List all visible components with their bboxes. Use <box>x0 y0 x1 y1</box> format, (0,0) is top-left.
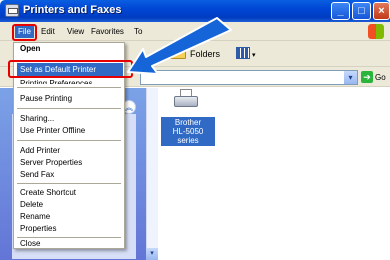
menu-edit[interactable]: Edit <box>38 25 58 38</box>
printer-label[interactable]: Brother HL-5050 series <box>161 117 215 146</box>
menu-item-open[interactable]: Open <box>20 44 40 54</box>
menu-tools[interactable]: To <box>131 25 145 38</box>
menu-item-send-fax[interactable]: Send Fax <box>20 170 54 180</box>
menu-separator <box>17 183 121 184</box>
menu-item-close[interactable]: Close <box>20 239 40 249</box>
menu-item-properties[interactable]: Properties <box>20 224 56 234</box>
menu-item-server-properties[interactable]: Server Properties <box>20 158 82 168</box>
menu-bar: File Edit View Favorites To <box>0 22 390 41</box>
menu-item-add-printer[interactable]: Add Printer <box>20 146 60 156</box>
printer-fax-icon <box>5 4 19 17</box>
folder-icon <box>170 47 186 59</box>
chevron-down-icon: ▾ <box>252 52 256 59</box>
scrollbar[interactable] <box>146 88 158 260</box>
menu-item-use-printer-offline[interactable]: Use Printer Offline <box>20 126 85 136</box>
go-button[interactable]: ➔ Go <box>361 70 386 85</box>
menu-item-printing-preferences[interactable]: Printing Preferences... <box>20 79 99 84</box>
menu-separator <box>17 140 121 141</box>
go-arrow-icon: ➔ <box>361 71 373 83</box>
folders-label: Folders <box>190 49 221 59</box>
views-button[interactable]: ▾ <box>236 45 260 63</box>
title-bar: Printers and Faxes _ □ × <box>0 0 390 22</box>
views-icon <box>236 47 250 59</box>
folders-button[interactable]: Folders <box>170 45 220 63</box>
menu-view[interactable]: View <box>64 25 87 38</box>
minimize-button[interactable]: _ <box>331 2 350 20</box>
menu-item-pause-printing[interactable]: Pause Printing <box>20 94 72 104</box>
menu-separator <box>17 108 121 109</box>
printer-label-line1: Brother <box>174 118 202 127</box>
windows-flag-icon <box>368 24 384 39</box>
set-default-callout <box>8 60 133 78</box>
scroll-down-icon[interactable]: ▾ <box>146 248 158 260</box>
menu-item-sharing[interactable]: Sharing... <box>20 114 54 124</box>
address-field[interactable]: ▾ <box>140 70 358 85</box>
maximize-button[interactable]: □ <box>352 2 371 20</box>
printer-icon[interactable] <box>174 89 198 111</box>
file-menu-callout <box>12 24 37 41</box>
menu-separator <box>17 237 121 238</box>
menu-separator <box>17 87 121 88</box>
menu-item-rename[interactable]: Rename <box>20 212 50 222</box>
menu-item-delete[interactable]: Delete <box>20 200 43 210</box>
menu-item-create-shortcut[interactable]: Create Shortcut <box>20 188 76 198</box>
printer-label-line2: HL-5050 series <box>172 127 204 145</box>
close-button[interactable]: × <box>373 2 390 20</box>
window-title: Printers and Faxes <box>23 4 122 16</box>
go-label: Go <box>375 73 386 82</box>
menu-favorites[interactable]: Favorites <box>88 25 127 38</box>
address-dropdown-icon[interactable]: ▾ <box>344 71 357 84</box>
